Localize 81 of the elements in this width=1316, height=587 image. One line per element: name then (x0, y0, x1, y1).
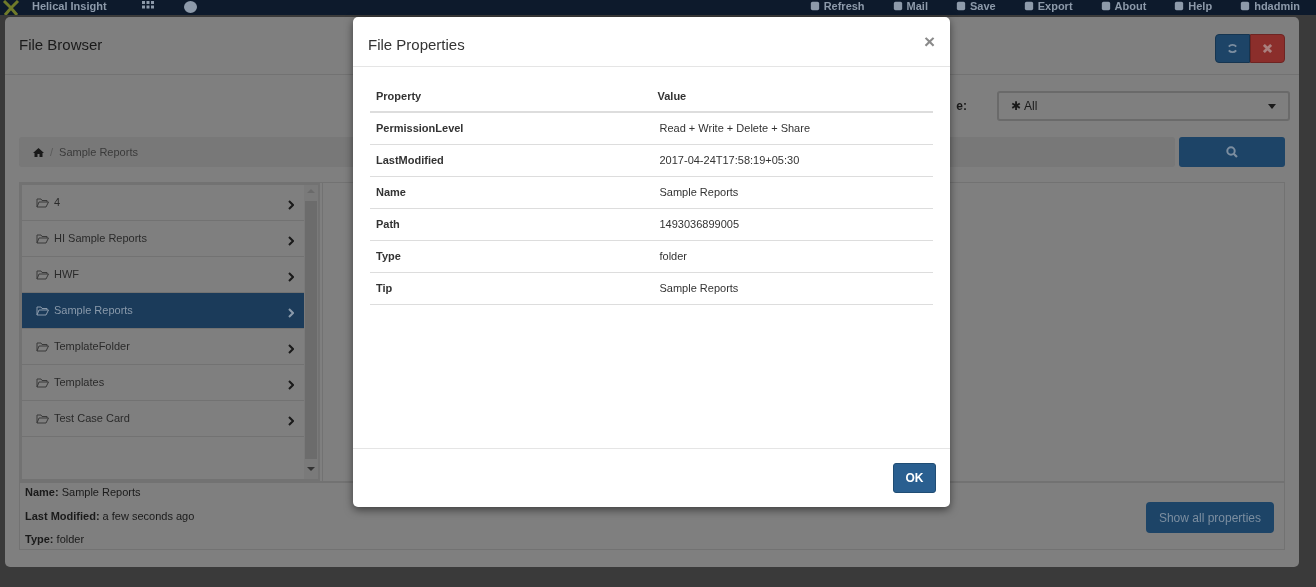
chevron-icon (288, 343, 294, 354)
property-name: Name (375, 185, 407, 201)
nav-link[interactable]: Save (956, 0, 996, 14)
property-name: Tip (375, 281, 394, 297)
nav-link[interactable]: Refresh (809, 0, 865, 14)
folder-name: HI Sample Reports (54, 231, 147, 247)
brand-name[interactable]: Helical Insight (32, 0, 107, 14)
property-value: folder (658, 249, 689, 265)
property-name: PermissionLevel (375, 121, 465, 137)
property-value: Read + Write + Delete + Share (658, 121, 812, 137)
nav-icon (1240, 1, 1251, 11)
close-icon (1263, 44, 1272, 53)
chevron-icon (288, 235, 294, 246)
detail-text: Last Modified: a few seconds ago (25, 508, 195, 524)
folder-name: TemplateFolder (54, 339, 130, 355)
nav-link[interactable]: Help (1174, 0, 1213, 14)
breadcrumb-link[interactable]: Sample Reports (59, 143, 138, 161)
detail-text: Name: Sample Reports (25, 485, 142, 501)
caret-icon (1268, 103, 1276, 109)
chevron-icon (288, 415, 294, 426)
panel-title: File Browser (19, 35, 103, 55)
scroll-thumb[interactable] (305, 201, 317, 459)
property-name: LastModified (375, 153, 445, 169)
ok-button[interactable]: OK (893, 463, 936, 493)
home-icon[interactable] (33, 147, 44, 157)
refresh-icon (1227, 43, 1238, 54)
nav-link[interactable]: Export (1023, 0, 1073, 14)
nav-link[interactable]: hdadmin (1240, 0, 1300, 14)
folder-name: Test Case Card (54, 411, 130, 427)
property-value: Sample Reports (658, 281, 740, 297)
search-icon (1226, 146, 1238, 158)
property-value: 1493036899005 (658, 217, 741, 233)
chevron-icon (288, 379, 294, 390)
type-select[interactable]: ✱ All (997, 91, 1290, 121)
folder-name: Templates (54, 375, 105, 391)
detail-text: Type: folder (25, 532, 86, 548)
logo-icon (2, 0, 20, 15)
refresh-button[interactable] (1215, 34, 1250, 63)
folder-item[interactable]: TemplateFolder (22, 329, 304, 365)
scrollbar[interactable] (304, 185, 318, 479)
folder-item[interactable]: Test Case Card (22, 401, 304, 437)
folder-item[interactable]: Sample Reports (22, 293, 304, 329)
property-value: Sample Reports (658, 185, 740, 201)
folder-icon (36, 341, 49, 352)
nav-icon (809, 1, 820, 11)
property-name: Type (375, 249, 402, 265)
close-button[interactable] (1250, 34, 1285, 63)
folder-item[interactable]: 4 (22, 185, 304, 221)
nav-icon (1174, 1, 1185, 11)
column-header: Value (656, 88, 688, 104)
column-header: Property (375, 88, 423, 104)
folder-item[interactable]: Templates (22, 365, 304, 401)
dialog-title: File Properties (368, 35, 465, 55)
nav-icon (1023, 1, 1034, 11)
filter-label: e: (956, 98, 967, 115)
nav-icon (956, 1, 966, 11)
folder-icon (36, 413, 49, 424)
folder-name: Sample Reports (54, 303, 133, 319)
folder-icon (36, 269, 49, 280)
nav-link[interactable]: Mail (892, 0, 928, 14)
folder-icon (36, 233, 49, 244)
property-value: 2017-04-24T17:58:19+05:30 (658, 153, 801, 169)
breadcrumb-separator: / (50, 144, 54, 160)
select-value: All (1024, 98, 1038, 115)
folder-item[interactable]: HI Sample Reports (22, 221, 304, 257)
folder-name: HWF (54, 267, 80, 283)
property-name: Path (375, 217, 401, 233)
folder-icon (36, 305, 49, 316)
asterisk-icon: ✱ (1011, 97, 1021, 115)
nav-icon (1100, 1, 1111, 11)
chevron-icon (288, 271, 294, 282)
nav-icon (892, 1, 903, 11)
folder-name: 4 (54, 195, 61, 211)
chevron-icon (288, 307, 294, 318)
folder-icon (36, 197, 49, 208)
show-all-properties-button[interactable]: Show all properties (1145, 502, 1274, 533)
scroll-down-arrow[interactable] (307, 467, 315, 471)
nav-link[interactable]: About (1100, 0, 1147, 14)
close-button[interactable]: × (923, 28, 935, 57)
folder-icon (36, 377, 49, 388)
chevron-icon (288, 199, 294, 210)
